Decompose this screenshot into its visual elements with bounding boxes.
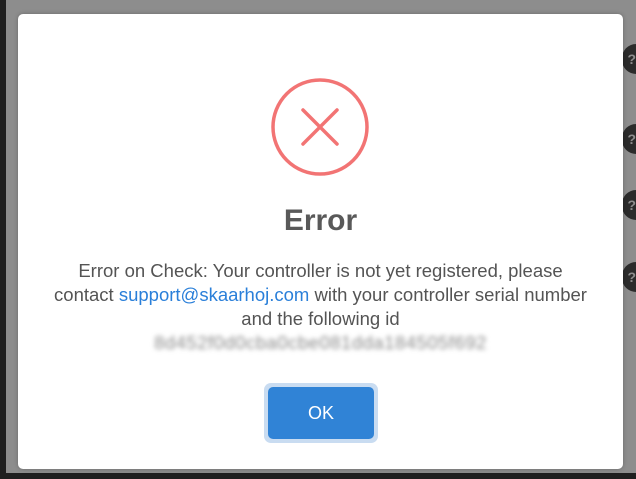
- chat-bubble-icon[interactable]: ?: [622, 262, 636, 292]
- chat-bubble-icon[interactable]: ?: [622, 190, 636, 220]
- ok-button-focus-ring: OK: [264, 383, 378, 443]
- support-email-link[interactable]: support@skaarhoj.com: [119, 284, 310, 305]
- error-dialog: Error Error on Check: Your controller is…: [18, 14, 623, 469]
- error-x-circle-icon: [271, 78, 369, 176]
- chat-bubble-icon[interactable]: ?: [622, 44, 636, 74]
- dialog-title: Error: [283, 204, 358, 237]
- ok-button[interactable]: OK: [268, 387, 374, 439]
- dialog-message: Error on Check: Your controller is not y…: [48, 259, 593, 355]
- chat-bubble-icon[interactable]: ?: [622, 124, 636, 154]
- controller-id: 8d452f0d0cba0cbe081dda184505f692: [154, 332, 487, 353]
